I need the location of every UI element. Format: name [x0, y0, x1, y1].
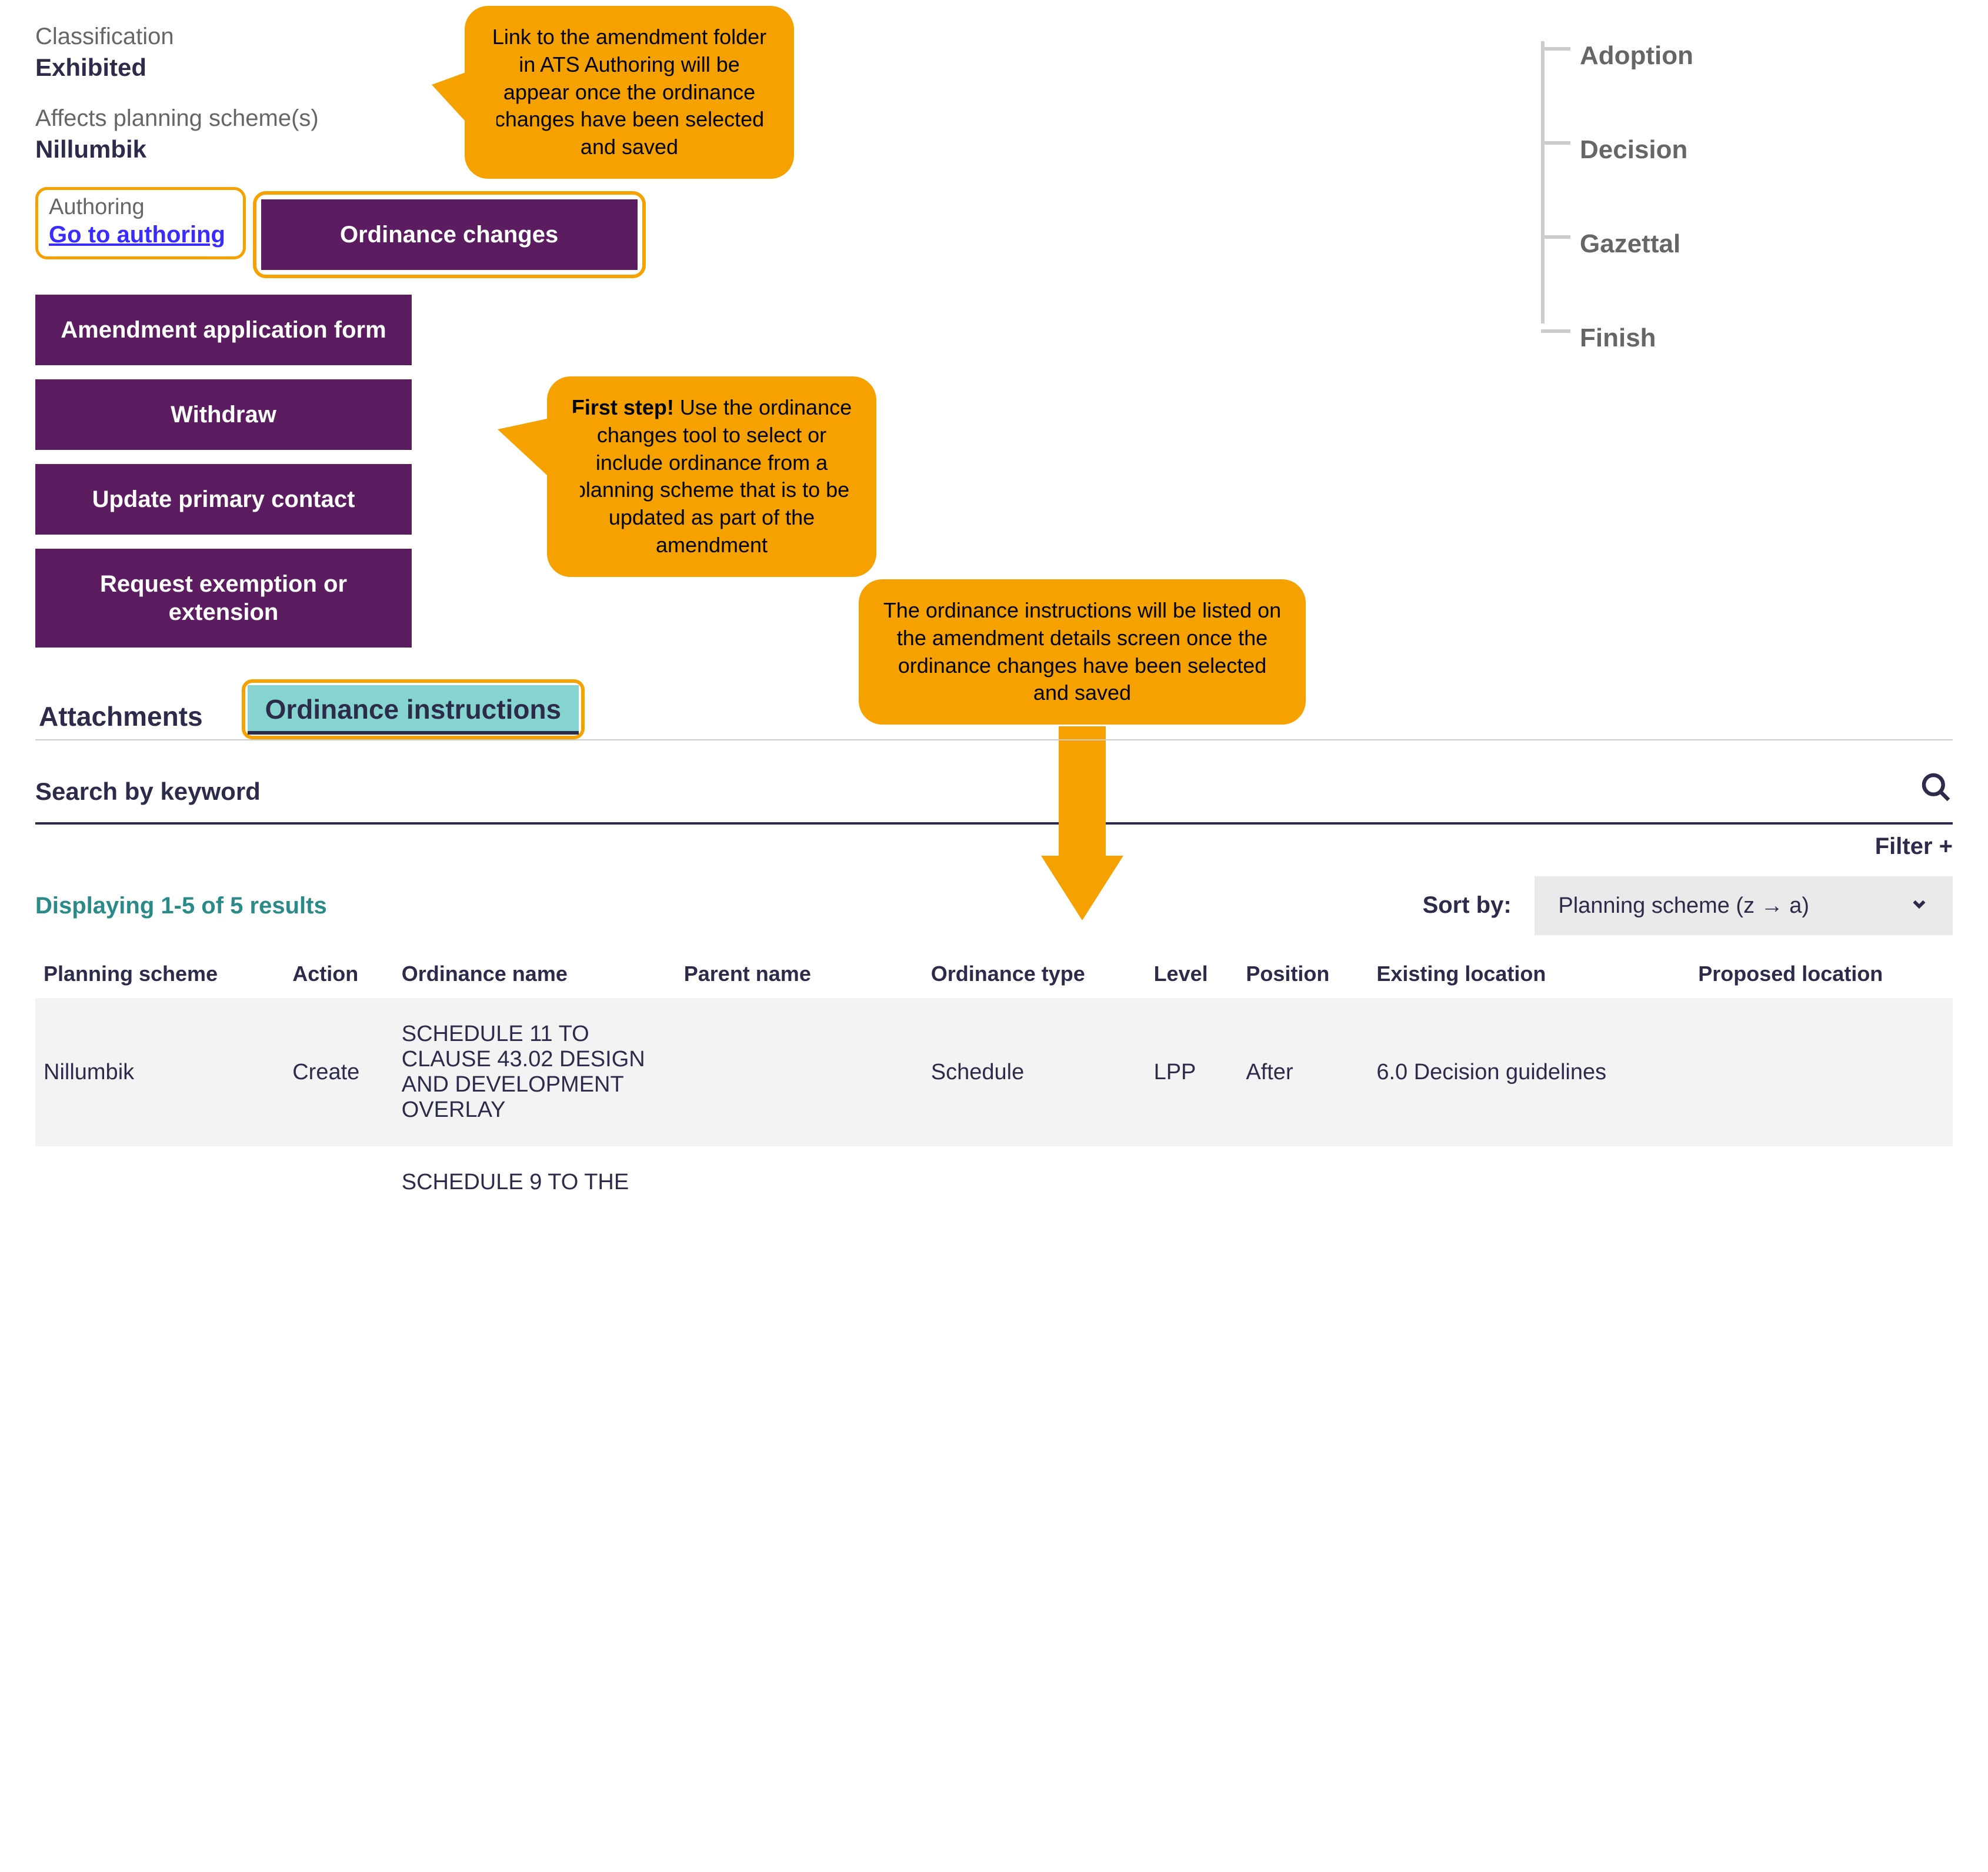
tab-attachments[interactable]: Attachments [35, 693, 206, 739]
amendment-application-form-button[interactable]: Amendment application form [35, 295, 412, 365]
cell-level [1146, 1146, 1238, 1219]
sort-select[interactable]: Planning scheme (z → a) [1535, 876, 1953, 935]
callout-arrow-head [1041, 856, 1123, 920]
callout-authoring-text: Link to the amendment folder in ATS Auth… [492, 25, 766, 159]
th-position[interactable]: Position [1238, 949, 1368, 998]
authoring-box: Authoring Go to authoring [35, 187, 246, 259]
cell-parent-name [676, 998, 923, 1146]
cell-parent-name [676, 1146, 923, 1219]
cell-action: Create [284, 998, 393, 1146]
tab-ordinance-instructions[interactable]: Ordinance instructions [248, 685, 579, 733]
th-parent-name[interactable]: Parent name [676, 949, 923, 998]
timeline-gazettal: Gazettal [1580, 229, 1680, 258]
search-icon[interactable] [1920, 771, 1953, 812]
timeline-decision: Decision [1580, 135, 1687, 164]
th-proposed-location[interactable]: Proposed location [1690, 949, 1953, 998]
callout-authoring: Link to the amendment folder in ATS Auth… [465, 6, 794, 179]
cell-proposed-location [1690, 998, 1953, 1146]
th-existing-location[interactable]: Existing location [1368, 949, 1690, 998]
th-level[interactable]: Level [1146, 949, 1238, 998]
search-row [35, 764, 1953, 825]
cell-existing-location [1368, 1146, 1690, 1219]
update-primary-contact-button[interactable]: Update primary contact [35, 464, 412, 535]
sort-selected: Planning scheme (z → a) [1558, 893, 1809, 919]
cell-position [1238, 1146, 1368, 1219]
chevron-down-icon [1909, 892, 1929, 920]
go-to-authoring-link[interactable]: Go to authoring [49, 222, 225, 248]
timeline: Adoption Decision Gazettal Finish [1541, 24, 1953, 353]
cell-ordinance-name: SCHEDULE 11 TO CLAUSE 43.02 DESIGN AND D… [393, 998, 676, 1146]
timeline-adoption: Adoption [1580, 41, 1693, 70]
callout-first-step: First step! Use the ordinance changes to… [547, 376, 876, 577]
ordinance-changes-highlight: Ordinance changes [253, 191, 646, 278]
callout-first-step-bold: First step! [572, 395, 674, 419]
callout-arrow-stem [1059, 726, 1106, 862]
cell-ordinance-name: SCHEDULE 9 TO THE [393, 1146, 676, 1219]
cell-ordinance-type: Schedule [923, 998, 1146, 1146]
table-header-row: Planning scheme Action Ordinance name Pa… [35, 949, 1953, 998]
cell-ordinance-type [923, 1146, 1146, 1219]
search-input[interactable] [35, 778, 1920, 806]
authoring-label: Authoring [49, 195, 225, 220]
tabs: Attachments Ordinance instructions [35, 679, 1953, 740]
ordinance-table: Planning scheme Action Ordinance name Pa… [35, 949, 1953, 1219]
request-exemption-button[interactable]: Request exemption or extension [35, 549, 412, 648]
cell-scheme [35, 1146, 284, 1219]
th-ordinance-name[interactable]: Ordinance name [393, 949, 676, 998]
cell-position: After [1238, 998, 1368, 1146]
ordinance-changes-button[interactable]: Ordinance changes [261, 199, 638, 270]
results-count: Displaying 1-5 of 5 results [35, 893, 327, 919]
cell-action [284, 1146, 393, 1219]
cell-scheme: Nillumbik [35, 998, 284, 1146]
th-action[interactable]: Action [284, 949, 393, 998]
th-scheme[interactable]: Planning scheme [35, 949, 284, 998]
timeline-finish: Finish [1580, 323, 1656, 352]
cell-existing-location: 6.0 Decision guidelines [1368, 998, 1690, 1146]
cell-level: LPP [1146, 998, 1238, 1146]
ordinance-instructions-highlight: Ordinance instructions [242, 679, 585, 739]
table-row[interactable]: SCHEDULE 9 TO THE [35, 1146, 1953, 1219]
callout-first-step-text: Use the ordinance changes tool to select… [574, 395, 852, 557]
filter-link[interactable]: Filter + [1875, 833, 1953, 859]
cell-proposed-location [1690, 1146, 1953, 1219]
sort-by-label: Sort by: [1423, 892, 1512, 918]
table-row[interactable]: Nillumbik Create SCHEDULE 11 TO CLAUSE 4… [35, 998, 1953, 1146]
withdraw-button[interactable]: Withdraw [35, 379, 412, 450]
th-ordinance-type[interactable]: Ordinance type [923, 949, 1146, 998]
